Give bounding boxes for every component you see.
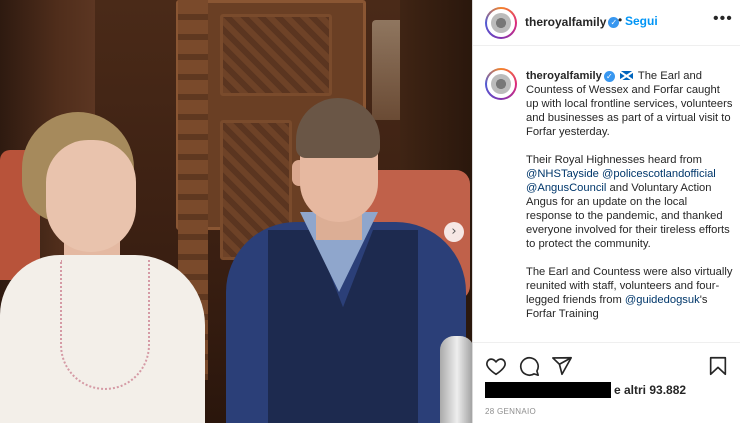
separator-dot: • bbox=[618, 13, 623, 27]
carved-panel bbox=[220, 14, 332, 96]
mention-anguscouncil[interactable]: @AngusCouncil bbox=[526, 182, 606, 194]
caption-text: theroyalfamily ✓ The Earl and Countess of… bbox=[526, 69, 734, 335]
scotland-flag-icon bbox=[619, 71, 633, 80]
share-icon[interactable] bbox=[551, 355, 573, 377]
header-username[interactable]: theroyalfamily ✓ bbox=[525, 15, 620, 29]
follow-button[interactable]: Segui bbox=[625, 14, 658, 28]
mention-policescotland[interactable]: @policescotlandofficial bbox=[602, 168, 716, 180]
action-bar: e altri 93.882 28 GENNAIO bbox=[473, 342, 740, 422]
post-sidebar: theroyalfamily ✓ • Segui ••• theroyalfami… bbox=[472, 0, 740, 423]
post-date[interactable]: 28 GENNAIO bbox=[485, 407, 536, 416]
mention-guidedogsuk[interactable]: @guidedogsuk bbox=[625, 294, 700, 306]
redacted-liker-name bbox=[485, 382, 611, 398]
caption-p2-intro: Their Royal Highnesses heard from bbox=[526, 154, 702, 166]
woman-necklace bbox=[60, 260, 150, 390]
mention-nhstayside[interactable]: @NHSTayside bbox=[526, 168, 599, 180]
woman-face bbox=[46, 140, 136, 252]
caption-username[interactable]: theroyalfamily bbox=[526, 70, 602, 82]
more-horizontal-icon[interactable]: ••• bbox=[713, 10, 733, 28]
comment-icon[interactable] bbox=[518, 355, 540, 377]
chevron-right-icon[interactable]: › bbox=[444, 222, 464, 242]
royal-crest-icon bbox=[491, 74, 511, 94]
microphone bbox=[440, 336, 472, 423]
bookmark-icon[interactable] bbox=[707, 355, 729, 377]
post-header: theroyalfamily ✓ • Segui ••• bbox=[473, 0, 740, 46]
heart-icon[interactable] bbox=[485, 355, 507, 377]
verified-badge-icon: ✓ bbox=[603, 70, 615, 82]
avatar[interactable] bbox=[485, 7, 517, 39]
caption-area[interactable]: theroyalfamily ✓ The Earl and Countess of… bbox=[473, 46, 740, 342]
username-text[interactable]: theroyalfamily bbox=[525, 15, 606, 29]
royal-crest-icon bbox=[491, 13, 511, 33]
caption-avatar[interactable] bbox=[485, 68, 517, 100]
likes-count[interactable]: e altri 93.882 bbox=[614, 383, 686, 397]
post-photo[interactable]: › bbox=[0, 0, 472, 423]
